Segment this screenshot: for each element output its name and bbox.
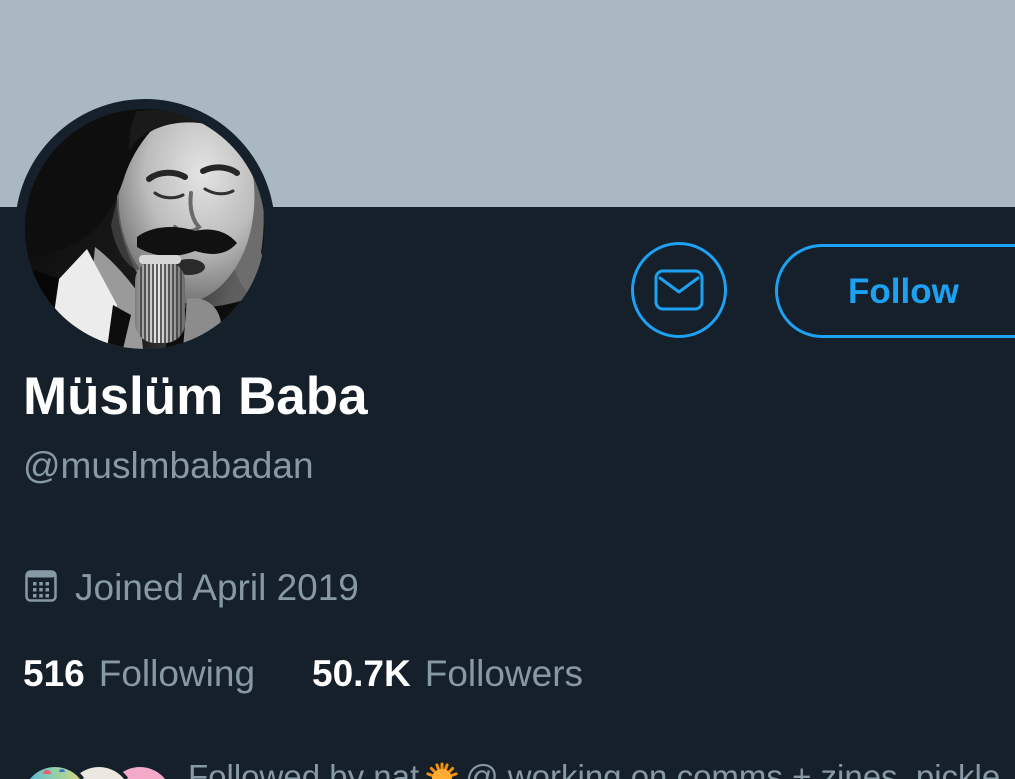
followed-by-text-line: Followed by nat @ working on comms + zin… <box>188 760 1015 779</box>
avatar[interactable] <box>15 99 275 359</box>
calendar-icon <box>25 570 57 602</box>
following-link[interactable]: 516 Following <box>23 655 255 692</box>
following-label: Following <box>98 653 256 694</box>
followed-by-row[interactable]: Followed by nat @ working on comms + zin… <box>0 760 1015 779</box>
message-button[interactable] <box>631 242 727 338</box>
display-name: Müslüm Baba <box>23 367 368 426</box>
followed-by-bio-snippet: @ working on comms + zines, pickle <box>465 760 1001 779</box>
sun-emoji-icon <box>426 762 458 779</box>
followers-link[interactable]: 50.7K Followers <box>312 655 583 692</box>
follow-button[interactable]: Follow <box>775 244 1015 338</box>
followers-label: Followers <box>424 653 584 694</box>
followed-by-text: Followed by nat <box>188 760 420 779</box>
profile-page: Follow Müslüm Baba @muslmbabadan Joined … <box>0 0 1015 779</box>
followers-count: 50.7K <box>312 653 411 694</box>
join-date: Joined April 2019 <box>75 567 359 608</box>
username-handle: @muslmbabadan <box>23 445 314 486</box>
avatar-photo <box>25 109 265 349</box>
follow-button-label: Follow <box>848 271 959 311</box>
followed-by-avatars <box>25 762 170 779</box>
following-count: 516 <box>23 653 85 694</box>
envelope-icon <box>654 269 704 311</box>
